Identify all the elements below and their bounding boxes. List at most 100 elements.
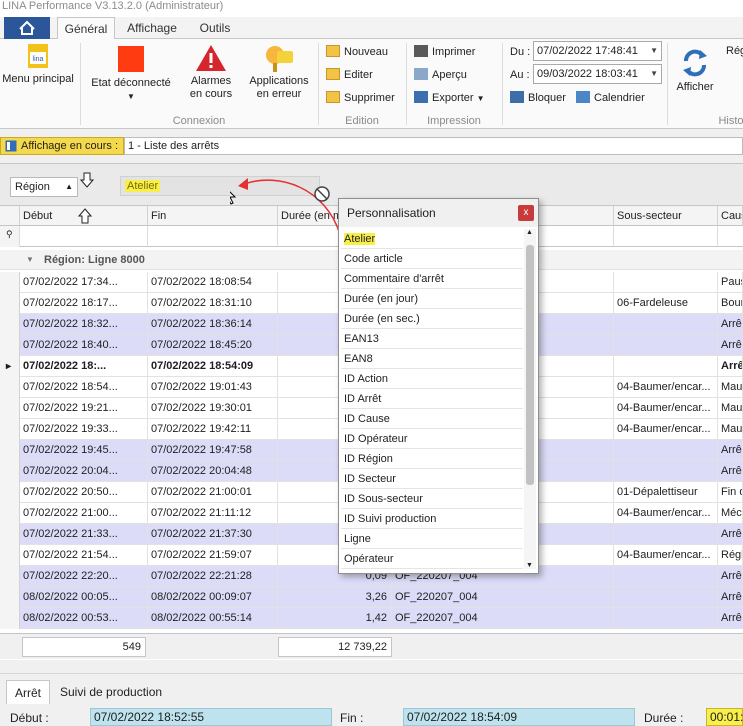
list-item[interactable]: ID Sous-secteur bbox=[341, 489, 523, 509]
list-item[interactable]: Code article bbox=[341, 249, 523, 269]
row-indicator[interactable] bbox=[0, 545, 20, 566]
drag-column-arrow-icon bbox=[78, 208, 92, 224]
list-item[interactable]: EAN13 bbox=[341, 329, 523, 349]
filter-sous-secteur[interactable] bbox=[614, 226, 718, 247]
list-item-label: Atelier bbox=[344, 233, 376, 245]
list-item[interactable]: ID Arrêt bbox=[341, 389, 523, 409]
tab-outils[interactable]: Outils bbox=[190, 17, 240, 39]
tab-suivi-production[interactable]: Suivi de production bbox=[52, 680, 170, 704]
column-header-sous-secteur[interactable]: Sous-secteur bbox=[614, 206, 718, 226]
afficher-button[interactable]: Afficher bbox=[672, 43, 718, 94]
tab-arret[interactable]: Arrêt bbox=[6, 680, 51, 704]
supprimer-button[interactable]: Supprimer bbox=[326, 89, 395, 107]
table-cell-fin: 07/02/2022 18:45:20 bbox=[148, 335, 278, 356]
fin-field[interactable]: 07/02/2022 18:54:09 bbox=[403, 708, 635, 726]
applications-label-2: en erreur bbox=[256, 88, 302, 100]
applications-error-icon bbox=[266, 46, 293, 72]
column-header-cause[interactable]: Caus bbox=[718, 206, 743, 226]
row-indicator[interactable] bbox=[0, 566, 20, 587]
alarmes-label-2: en cours bbox=[189, 88, 233, 100]
affichage-value[interactable]: 1 - Liste des arrêts bbox=[124, 137, 743, 155]
table-cell-debut: 07/02/2022 18:32... bbox=[20, 314, 148, 335]
list-item[interactable]: ID Action bbox=[341, 369, 523, 389]
list-item[interactable]: Durée (en jour) bbox=[341, 289, 523, 309]
duree-field[interactable]: 00:01: bbox=[706, 708, 743, 726]
table-cell-debut: 07/02/2022 18:54... bbox=[20, 377, 148, 398]
list-item[interactable]: ID Opérateur bbox=[341, 429, 523, 449]
bloquer-button[interactable]: Bloquer bbox=[510, 89, 566, 107]
etat-deconnecte-button[interactable]: Etat déconnecté ▼ bbox=[86, 43, 176, 103]
table-cell-sous bbox=[614, 335, 718, 356]
table-cell-cause: Arrê bbox=[718, 335, 743, 356]
table-cell-cause: Fin d bbox=[718, 482, 743, 503]
region-group-chip[interactable]: Région ▲ bbox=[10, 177, 78, 197]
row-indicator[interactable] bbox=[0, 503, 20, 524]
duree-field-value: 00:01: bbox=[710, 710, 743, 724]
list-item[interactable]: ID Région bbox=[341, 449, 523, 469]
table-row[interactable]: 08/02/2022 00:53... 08/02/2022 00:55:14 1,… bbox=[0, 608, 743, 629]
row-indicator[interactable] bbox=[0, 377, 20, 398]
list-item[interactable]: Commentaire d'arrêt bbox=[341, 269, 523, 289]
applications-button[interactable]: Applications en erreur bbox=[246, 43, 312, 101]
table-cell-fin: 07/02/2022 21:37:30 bbox=[148, 524, 278, 545]
table-cell-debut: 07/02/2022 21:00... bbox=[20, 503, 148, 524]
row-indicator[interactable]: ▸ bbox=[0, 356, 20, 377]
alarmes-button[interactable]: Alarmes en cours bbox=[180, 43, 242, 101]
row-indicator[interactable] bbox=[0, 482, 20, 503]
scroll-thumb[interactable] bbox=[526, 245, 534, 485]
filter-debut[interactable] bbox=[20, 226, 148, 247]
debut-field[interactable]: 07/02/2022 18:52:55 bbox=[90, 708, 332, 726]
list-item[interactable]: EAN8 bbox=[341, 349, 523, 369]
row-indicator[interactable] bbox=[0, 608, 20, 629]
sort-up-icon: ▲ bbox=[65, 182, 73, 191]
row-indicator[interactable] bbox=[0, 293, 20, 314]
list-item-label: ID Suivi production bbox=[344, 513, 437, 525]
reg-label: Rég bbox=[726, 45, 743, 57]
nouveau-label: Nouveau bbox=[344, 46, 389, 58]
table-cell-debut: 07/02/2022 22:20... bbox=[20, 566, 148, 587]
table-cell-sous bbox=[614, 461, 718, 482]
close-button[interactable]: x bbox=[518, 205, 534, 221]
row-indicator[interactable] bbox=[0, 524, 20, 545]
list-item-label: ID Opérateur bbox=[344, 433, 408, 445]
row-indicator[interactable] bbox=[0, 314, 20, 335]
tab-affichage[interactable]: Affichage bbox=[118, 17, 186, 39]
imprimer-label: Imprimer bbox=[432, 46, 476, 58]
list-item[interactable]: ID Secteur bbox=[341, 469, 523, 489]
list-item[interactable]: ID Cause bbox=[341, 409, 523, 429]
table-cell-cause: Arrê bbox=[718, 524, 743, 545]
du-date-input[interactable]: 07/02/2022 17:48:41 ▼ bbox=[533, 41, 662, 61]
editer-button[interactable]: Editer bbox=[326, 66, 373, 84]
row-indicator[interactable] bbox=[0, 587, 20, 608]
menu-principal-button[interactable]: lina Menu principal bbox=[2, 43, 74, 86]
disconnected-square-icon bbox=[118, 46, 144, 72]
list-item[interactable]: Opérateur bbox=[341, 549, 523, 569]
applications-label-1: Applications bbox=[249, 75, 309, 87]
row-indicator[interactable] bbox=[0, 272, 20, 293]
imprimer-button[interactable]: Imprimer bbox=[414, 43, 475, 61]
home-tab[interactable] bbox=[4, 17, 50, 39]
au-date-input[interactable]: 09/03/2022 18:03:41 ▼ bbox=[533, 64, 662, 84]
exporter-label: Exporter bbox=[432, 92, 474, 104]
table-row[interactable]: 08/02/2022 00:05... 08/02/2022 00:09:07 3,… bbox=[0, 587, 743, 608]
list-item[interactable]: Atelier bbox=[341, 229, 523, 249]
list-item[interactable]: ID Suivi production bbox=[341, 509, 523, 529]
table-cell-sous: 01-Dépalettiseur bbox=[614, 482, 718, 503]
exporter-button[interactable]: Exporter ▼ bbox=[414, 89, 485, 107]
list-item-label: Opérateur bbox=[344, 553, 394, 565]
nouveau-button[interactable]: Nouveau bbox=[326, 43, 388, 61]
row-indicator[interactable] bbox=[0, 440, 20, 461]
row-indicator[interactable] bbox=[0, 419, 20, 440]
row-indicator[interactable] bbox=[0, 398, 20, 419]
list-item[interactable]: Ligne bbox=[341, 529, 523, 549]
table-cell-debut: 07/02/2022 20:04... bbox=[20, 461, 148, 482]
table-cell-debut: 07/02/2022 17:34... bbox=[20, 272, 148, 293]
row-indicator[interactable] bbox=[0, 335, 20, 356]
calendrier-button[interactable]: Calendrier bbox=[576, 89, 645, 107]
list-item[interactable]: Durée (en sec.) bbox=[341, 309, 523, 329]
tab-general[interactable]: Général bbox=[57, 17, 115, 40]
apercu-button[interactable]: Aperçu bbox=[414, 66, 467, 84]
popup-scrollbar[interactable]: ▲ ▼ bbox=[524, 229, 536, 569]
table-cell-col4: OF_220207_004 bbox=[392, 587, 614, 608]
row-indicator[interactable] bbox=[0, 461, 20, 482]
